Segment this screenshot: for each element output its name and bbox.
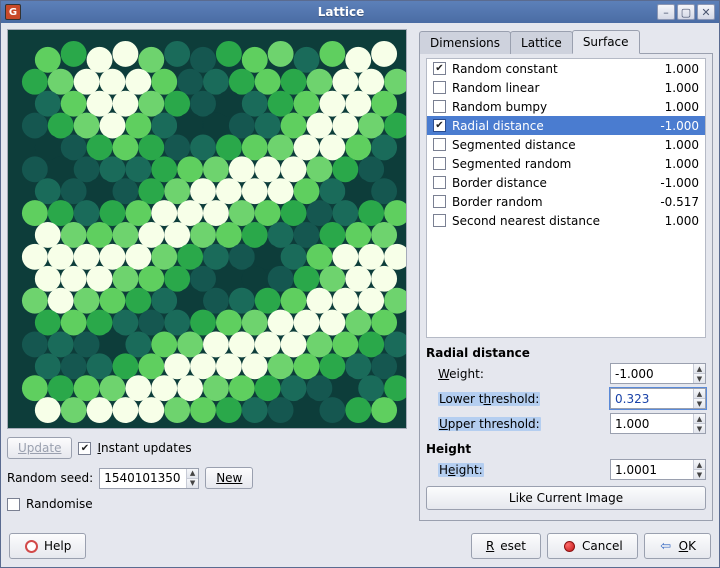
list-item-checkbox[interactable]: [433, 100, 446, 113]
random-seed-input[interactable]: ▲▼: [99, 468, 199, 489]
list-item-name: Random bumpy: [452, 100, 645, 114]
reset-button[interactable]: Reset: [471, 533, 541, 559]
tab-dimensions[interactable]: Dimensions: [419, 31, 511, 54]
list-item-value: 1.000: [651, 81, 699, 95]
list-item-value: -0.517: [651, 195, 699, 209]
randomise-checkbox[interactable]: [7, 498, 20, 511]
ok-button[interactable]: ⇦ OK: [644, 533, 711, 559]
ok-icon: ⇦: [659, 539, 673, 553]
list-item[interactable]: Border random -0.517: [427, 192, 705, 211]
list-item-value: 1.000: [651, 62, 699, 76]
help-button[interactable]: Help: [9, 533, 86, 559]
spin-down-icon[interactable]: ▼: [694, 470, 705, 479]
list-item[interactable]: Border distance -1.000: [427, 173, 705, 192]
upper-threshold-label: Upper threshold:: [438, 417, 604, 431]
window-title: Lattice: [27, 5, 655, 19]
list-item-checkbox[interactable]: [433, 195, 446, 208]
list-item[interactable]: Random linear 1.000: [427, 78, 705, 97]
list-item-name: Random linear: [452, 81, 645, 95]
list-item-name: Radial distance: [452, 119, 645, 133]
list-item-name: Border random: [452, 195, 645, 209]
cancel-icon: [562, 539, 576, 553]
list-item-checkbox[interactable]: [433, 176, 446, 189]
spin-up-icon[interactable]: ▲: [694, 414, 705, 424]
upper-threshold-input[interactable]: ▲▼: [610, 413, 706, 434]
list-item-value: 1.000: [651, 214, 699, 228]
update-button[interactable]: Update: [7, 437, 72, 459]
list-item-name: Random constant: [452, 62, 645, 76]
list-item-value: 1.000: [651, 100, 699, 114]
spin-up-icon[interactable]: ▲: [694, 364, 705, 374]
list-item-name: Segmented distance: [452, 138, 645, 152]
help-icon: [24, 539, 38, 553]
weight-label: Weight:: [438, 367, 604, 381]
app-icon: G: [5, 4, 21, 20]
cancel-button[interactable]: Cancel: [547, 533, 638, 559]
height-input[interactable]: ▲▼: [610, 459, 706, 480]
height-label: Height:: [438, 463, 604, 477]
list-item[interactable]: Random bumpy 1.000: [427, 97, 705, 116]
list-item-value: 1.000: [651, 138, 699, 152]
list-item[interactable]: Segmented random 1.000: [427, 154, 705, 173]
preview-image: [7, 29, 407, 429]
detail-section-title: Radial distance: [426, 346, 706, 360]
list-item-checkbox[interactable]: [433, 138, 446, 151]
list-item-checkbox[interactable]: [433, 81, 446, 94]
instant-updates-label: Instant updates: [97, 441, 191, 455]
surface-list[interactable]: ✔Random constant1.000Random linear1.000R…: [426, 58, 706, 338]
list-item[interactable]: ✔ Random constant 1.000: [427, 59, 705, 78]
spin-down-icon[interactable]: ▼: [187, 479, 198, 488]
list-item-checkbox[interactable]: [433, 214, 446, 227]
list-item-checkbox[interactable]: ✔: [433, 62, 446, 75]
list-item[interactable]: Segmented distance 1.000: [427, 135, 705, 154]
list-item-name: Segmented random: [452, 157, 645, 171]
random-seed-label: Random seed:: [7, 471, 93, 485]
new-seed-button[interactable]: New: [205, 467, 253, 489]
weight-input[interactable]: ▲▼: [610, 363, 706, 384]
spin-down-icon[interactable]: ▼: [694, 399, 705, 408]
lower-threshold-input[interactable]: ▲▼: [610, 388, 706, 409]
list-item-checkbox[interactable]: [433, 157, 446, 170]
spin-up-icon[interactable]: ▲: [187, 469, 198, 479]
list-item-value: -1.000: [651, 119, 699, 133]
tab-lattice[interactable]: Lattice: [510, 31, 573, 54]
spin-down-icon[interactable]: ▼: [694, 374, 705, 383]
like-current-image-button[interactable]: Like Current Image: [426, 486, 706, 510]
titlebar: G Lattice – ▢ ✕: [1, 1, 719, 23]
tab-surface[interactable]: Surface: [572, 30, 640, 54]
maximize-button[interactable]: ▢: [677, 4, 695, 20]
list-item-value: 1.000: [651, 157, 699, 171]
lower-threshold-label: Lower threshold:: [438, 392, 604, 406]
close-button[interactable]: ✕: [697, 4, 715, 20]
surface-panel: ✔Random constant1.000Random linear1.000R…: [419, 53, 713, 521]
spin-down-icon[interactable]: ▼: [694, 424, 705, 433]
list-item-value: -1.000: [651, 176, 699, 190]
randomise-label: Randomise: [26, 497, 93, 511]
list-item-name: Second nearest distance: [452, 214, 645, 228]
spin-up-icon[interactable]: ▲: [694, 460, 705, 470]
minimize-button[interactable]: –: [657, 4, 675, 20]
instant-updates-checkbox[interactable]: ✔: [78, 442, 91, 455]
list-item-name: Border distance: [452, 176, 645, 190]
tabs: Dimensions Lattice Surface: [419, 29, 713, 53]
list-item-checkbox[interactable]: ✔: [433, 119, 446, 132]
height-section-title: Height: [426, 442, 706, 456]
list-item[interactable]: ✔ Radial distance -1.000: [427, 116, 705, 135]
spin-up-icon[interactable]: ▲: [694, 389, 705, 399]
list-item[interactable]: Second nearest distance 1.000: [427, 211, 705, 230]
